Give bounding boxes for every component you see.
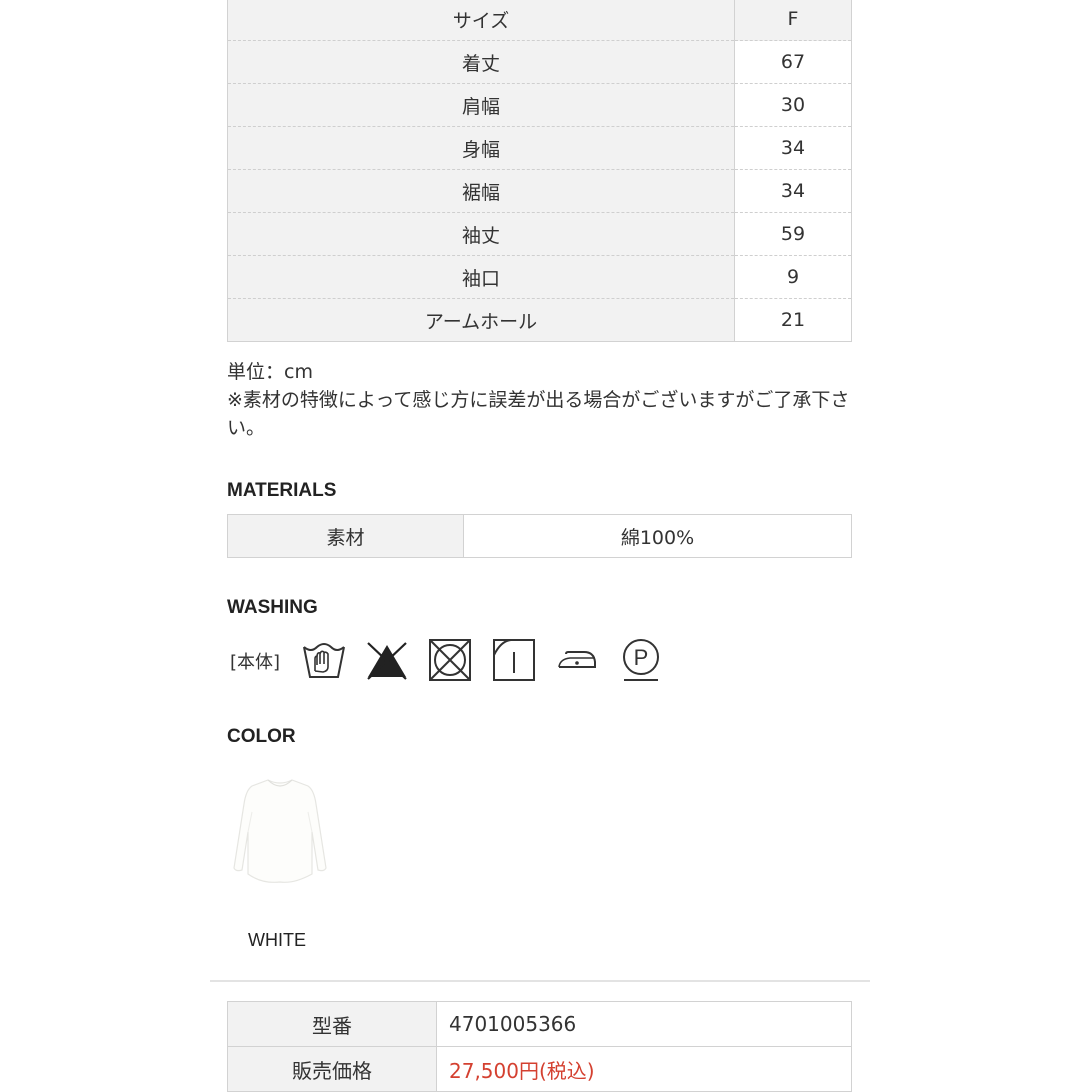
price-row: 販売価格 27,500円(税込) — [227, 1046, 852, 1092]
size-header-label: サイズ — [227, 0, 735, 41]
size-row-label: 袖口 — [227, 255, 735, 299]
materials-row: 素材 綿100% — [227, 514, 852, 558]
line-dry-icon — [493, 639, 535, 681]
materials-heading: MATERIALS — [227, 480, 337, 501]
washing-body-label: [本体] — [230, 652, 281, 673]
do-not-bleach-icon — [367, 642, 407, 680]
size-row-value: 9 — [734, 255, 852, 299]
size-row-label: アームホール — [227, 298, 735, 342]
white-shirt-swatch[interactable] — [232, 772, 328, 886]
color-heading: COLOR — [227, 726, 296, 747]
size-row: 肩幅 30 — [227, 83, 852, 127]
size-row: 身幅 34 — [227, 126, 852, 170]
size-row-value: 21 — [734, 298, 852, 342]
size-table-header-row: サイズ F — [227, 0, 852, 41]
size-row: 着丈 67 — [227, 40, 852, 84]
model-label: 型番 — [227, 1001, 437, 1047]
model-row: 型番 4701005366 — [227, 1001, 852, 1047]
size-row: 袖丈 59 — [227, 212, 852, 256]
materials-table: 素材 綿100% — [227, 514, 852, 558]
size-row: 裾幅 34 — [227, 169, 852, 213]
size-row-label: 着丈 — [227, 40, 735, 84]
section-divider — [210, 980, 870, 982]
dry-clean-p-icon: P — [623, 639, 659, 681]
size-row-value: 34 — [734, 169, 852, 213]
size-row-label: 裾幅 — [227, 169, 735, 213]
size-row-value: 67 — [734, 40, 852, 84]
size-row-label: 身幅 — [227, 126, 735, 170]
dry-clean-letter: P — [634, 645, 649, 670]
materials-value: 綿100% — [463, 514, 852, 558]
size-row: 袖口 9 — [227, 255, 852, 299]
size-row-label: 肩幅 — [227, 83, 735, 127]
product-info-table: 型番 4701005366 販売価格 27,500円(税込) — [227, 1001, 852, 1092]
size-table: サイズ F 着丈 67 肩幅 30 身幅 34 裾幅 34 袖丈 59 袖口 9… — [227, 0, 852, 342]
model-value: 4701005366 — [436, 1001, 852, 1047]
hand-wash-icon — [303, 643, 345, 678]
do-not-tumble-dry-icon — [429, 639, 471, 681]
unit-note: 単位：cm — [227, 361, 313, 383]
washing-heading: WASHING — [227, 597, 318, 618]
price-label: 販売価格 — [227, 1046, 437, 1092]
price-value: 27,500円(税込) — [436, 1046, 852, 1092]
size-row-value: 30 — [734, 83, 852, 127]
color-name: WHITE — [248, 930, 306, 950]
size-row-label: 袖丈 — [227, 212, 735, 256]
size-row-value: 59 — [734, 212, 852, 256]
disclaimer-note: ※素材の特徴によって感じ方に誤差が出る場合がございますがご了承下さい。 — [227, 389, 850, 439]
size-row: アームホール 21 — [227, 298, 852, 342]
materials-label: 素材 — [227, 514, 464, 558]
size-row-value: 34 — [734, 126, 852, 170]
low-iron-icon — [558, 651, 596, 668]
size-header-value: F — [734, 0, 852, 41]
